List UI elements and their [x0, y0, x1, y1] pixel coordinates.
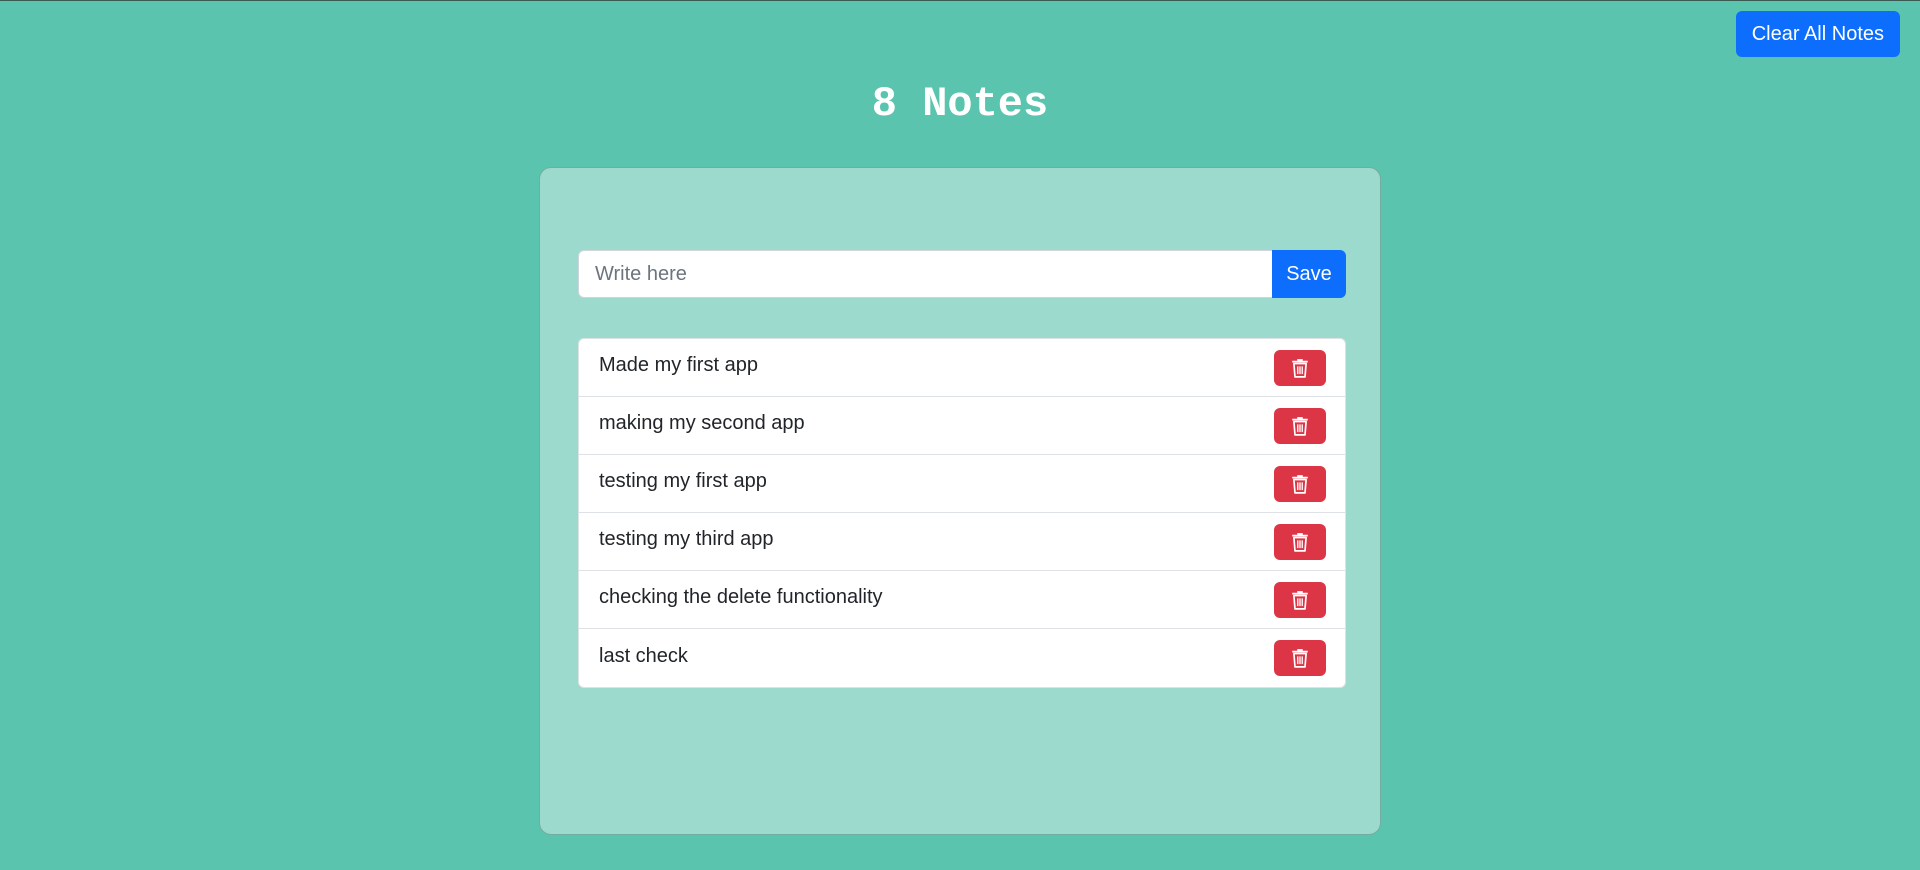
delete-note-button[interactable] [1274, 523, 1326, 560]
notes-card: Save Made my first app making my second … [539, 167, 1381, 835]
list-item: last check [579, 629, 1345, 687]
note-input-group: Save [578, 250, 1346, 298]
delete-note-button[interactable] [1274, 640, 1326, 676]
list-item: testing my third app [579, 513, 1345, 571]
delete-note-button[interactable] [1274, 465, 1326, 502]
save-button[interactable]: Save [1272, 250, 1346, 298]
note-text: making my second app [599, 412, 805, 434]
note-text: last check [599, 644, 688, 667]
notes-list: Made my first app making my second app t… [578, 338, 1346, 688]
trash-icon [1292, 474, 1308, 494]
note-text: checking the delete functionality [599, 586, 883, 608]
trash-icon [1292, 590, 1308, 610]
list-item: checking the delete functionality [579, 571, 1345, 629]
trash-icon [1292, 358, 1308, 378]
delete-note-button[interactable] [1274, 349, 1326, 386]
note-text: testing my third app [599, 528, 774, 550]
trash-icon [1292, 532, 1308, 552]
note-text: Made my first app [599, 354, 758, 376]
trash-icon [1292, 649, 1308, 668]
list-item: Made my first app [579, 339, 1345, 397]
delete-note-button[interactable] [1274, 581, 1326, 618]
trash-icon [1292, 416, 1308, 436]
clear-all-notes-button[interactable]: Clear All Notes [1735, 11, 1900, 57]
delete-note-button[interactable] [1274, 407, 1326, 444]
page-title: 8 Notes [871, 80, 1049, 128]
list-item: making my second app [579, 397, 1345, 455]
note-input[interactable] [578, 250, 1272, 298]
note-text: testing my first app [599, 470, 767, 492]
list-item: testing my first app [579, 455, 1345, 513]
